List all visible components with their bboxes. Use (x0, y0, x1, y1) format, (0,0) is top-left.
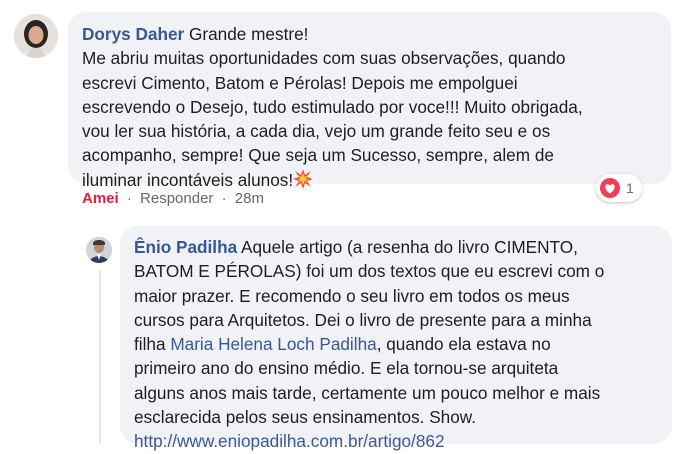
avatar-enio-padilha[interactable] (86, 237, 112, 263)
comment-author[interactable]: Dorys Daher (82, 24, 184, 44)
heart-reaction-icon (600, 178, 620, 198)
reply-text-line: alguns anos mais tarde, certamente um po… (134, 382, 601, 403)
comment-actions: Amei · Responder · 28m (82, 190, 264, 207)
comment-text-line: iluminar incontáveis alunos! (82, 169, 294, 190)
reply-text-line: primeiro ano do ensino médio. E ela torn… (134, 358, 559, 379)
comment-text-line: escrevendo o Desejo, tudo estimulado por… (82, 96, 583, 117)
thread-connector (99, 270, 101, 444)
reply-text-fragment: filha (134, 334, 166, 355)
like-button[interactable]: Amei (82, 190, 119, 207)
comment-first-line: Dorys Daher Grande mestre! (82, 22, 657, 46)
reply-author[interactable]: Ênio Padilha (134, 237, 237, 257)
reply-text-line: Aquele artigo (a resenha do livro CIMENT… (240, 237, 578, 257)
reply-text-fragment: , quando ela estava no (376, 334, 551, 355)
reaction-count-badge[interactable]: 1 (596, 174, 642, 202)
comment-timestamp[interactable]: 28m (235, 190, 264, 207)
avatar-dorys-daher[interactable] (14, 14, 58, 58)
comment-text-line: Grande mestre! (189, 24, 309, 44)
mention-link[interactable]: Maria Helena Loch Padilha (170, 334, 376, 354)
comment-text-line: escrevi Cimento, Batom e Pérolas! Depois… (82, 72, 518, 93)
reply-mention-line: filha Maria Helena Loch Padilha, quando … (134, 332, 658, 356)
reply-text-line: maior prazer. E recomendo o seu livro em… (134, 285, 570, 306)
comment-bubble: Dorys Daher Grande mestre! Me abriu muit… (68, 12, 671, 190)
reply-text-line: esclarecida pelos seus ensinamentos. Sho… (134, 407, 477, 428)
reply-text-line: BATOM E PÉROLAS) foi um dos textos que e… (134, 261, 605, 282)
reply-button[interactable]: Responder (140, 190, 213, 207)
article-link[interactable]: http://www.eniopadilha.com.br/artigo/862 (134, 429, 658, 453)
comment-last-line: iluminar incontáveis alunos! (82, 168, 657, 192)
reply-first-line: Ênio Padilha Aquele artigo (a resenha do… (134, 235, 658, 259)
comment-text-line: acompanho, sempre! Que seja um Sucesso, … (82, 145, 554, 166)
comment-text-line: vou ler sua história, a cada dia, vejo u… (82, 121, 551, 142)
separator-dot: · (126, 190, 132, 207)
comment-text-line: Me abriu muitas oportunidades com suas o… (82, 48, 566, 69)
reaction-count: 1 (626, 180, 634, 196)
reply-bubble: Ênio Padilha Aquele artigo (a resenha do… (120, 226, 672, 451)
reply-text-line: cursos para Arquitetos. Dei o livro de p… (134, 309, 592, 330)
collision-emoji-icon (293, 168, 314, 189)
separator-dot: · (221, 190, 227, 207)
